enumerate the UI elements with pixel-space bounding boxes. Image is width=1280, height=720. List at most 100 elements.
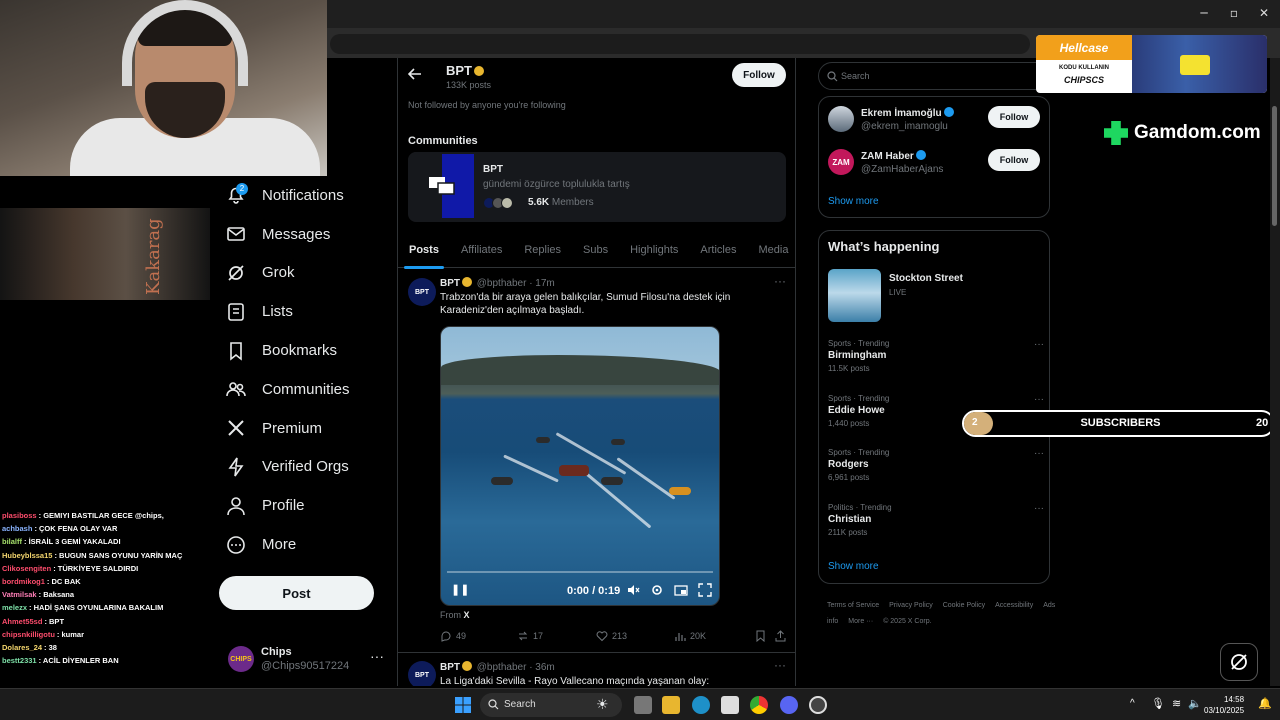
tab-highlights[interactable]: Highlights [619, 236, 689, 268]
sidebar-item-verified-orgs[interactable]: Verified Orgs [218, 448, 388, 487]
scrollbar[interactable] [1270, 58, 1280, 686]
more-dots-icon[interactable]: ··· [1034, 339, 1044, 350]
post-button[interactable]: Post [219, 576, 374, 610]
profile-header: BPT 133K posts Follow [398, 58, 795, 94]
taskbar-search[interactable]: Search ☀ [480, 693, 622, 717]
trend-item[interactable]: Sports · Trending Birmingham 11.5K posts ··… [828, 339, 1044, 385]
follow-button[interactable]: Follow [988, 106, 1040, 128]
follow-button[interactable]: Follow [988, 149, 1040, 171]
grok-button[interactable] [1220, 643, 1258, 681]
tab-affiliates[interactable]: Affiliates [450, 236, 513, 268]
video-player[interactable]: ❚❚ 0:00 / 0:19 [440, 326, 720, 606]
like-button[interactable]: 213 [596, 630, 627, 642]
tab-media[interactable]: Media [747, 236, 795, 268]
chat-username: Clikosengiten [2, 563, 52, 573]
more-dots-icon[interactable]: ··· [774, 274, 786, 288]
close-icon[interactable]: ✕ [1256, 6, 1272, 22]
avatar [828, 106, 854, 132]
chevron-up-icon[interactable]: ^ [1130, 698, 1135, 709]
suggested-account[interactable]: ZAM ZAM Haber @ZamHaberAjans Follow [828, 149, 1042, 183]
footer-link[interactable]: Privacy Policy [889, 602, 933, 609]
sidebar-item-label: Bookmarks [262, 342, 338, 360]
minimize-icon[interactable]: ─ [1196, 6, 1212, 22]
reply-button[interactable]: 49 [440, 630, 466, 642]
tab-posts[interactable]: Posts [398, 236, 450, 269]
search-input[interactable]: Search [818, 62, 1050, 90]
sponsor-logo: Hellcase [1036, 35, 1132, 60]
repost-button[interactable]: 17 [517, 630, 543, 642]
chat-username: plasiboss [2, 511, 37, 520]
sidebar-item-communities[interactable]: Communities [218, 370, 388, 409]
store-icon[interactable] [721, 696, 739, 714]
chat-text: : kumar [56, 629, 85, 639]
footer-link[interactable]: Cookie Policy [943, 602, 985, 609]
sidebar-item-premium[interactable]: Premium [218, 409, 388, 448]
more-dots-icon[interactable]: ··· [774, 658, 786, 672]
tweet[interactable]: BPT BPT @bpthaber · 36m ··· La Liga'daki… [398, 652, 795, 686]
clock[interactable]: 14:58 03/10/2025 [1204, 694, 1244, 716]
sidebar-item-profile[interactable]: Profile [218, 486, 388, 525]
trend-item[interactable]: Sports · Trending Rodgers 6,961 posts ··· [828, 448, 1044, 494]
views-count: 20K [690, 631, 707, 641]
app-icon[interactable] [809, 696, 827, 714]
maximize-icon[interactable]: ▫ [1226, 6, 1242, 22]
volume-icon[interactable]: 🔈 [1188, 697, 1202, 710]
chat-message: chipsnkilligotu: kumar [2, 628, 216, 641]
windows-start-icon[interactable] [455, 697, 471, 713]
task-view-icon[interactable] [634, 696, 652, 714]
mute-icon[interactable] [626, 583, 640, 597]
footer-link[interactable]: Accessibility [995, 602, 1033, 609]
more-dots-icon[interactable]: ··· [1034, 503, 1044, 514]
footer-link[interactable]: Terms of Service [827, 602, 879, 609]
sidebar-item-label: Communities [262, 380, 350, 398]
sidebar-item-lists[interactable]: Lists [218, 292, 388, 331]
share-icon[interactable] [775, 630, 786, 642]
tweet-header: BPT @bpthaber · 17m [440, 277, 555, 289]
chat-username: chipsnkilligotu [2, 629, 55, 639]
account-switcher[interactable]: CHIPS Chips @Chips90517224 ··· [228, 644, 388, 678]
bookmark-icon[interactable] [755, 630, 766, 642]
more-dots-icon[interactable]: ··· [370, 648, 384, 664]
community-description: gündemi özgürce toplulukla tartış [483, 179, 630, 190]
edge-browser-icon[interactable] [692, 696, 710, 714]
follow-button[interactable]: Follow [732, 63, 786, 87]
show-more-link[interactable]: Show more [828, 196, 879, 207]
notification-bell-icon[interactable]: 🔔 [1258, 697, 1272, 710]
community-card[interactable]: BPT gündemi özgürce toplulukla tartış 5.… [408, 152, 786, 222]
tab-replies[interactable]: Replies [513, 236, 572, 268]
sidebar-item-grok[interactable]: Grok [218, 254, 388, 293]
sidebar-item-messages[interactable]: Messages [218, 215, 388, 254]
sidebar-item-more[interactable]: More [218, 525, 388, 564]
chat-text: : İSRAİL 3 GEMİ YAKALADI [24, 537, 121, 547]
footer-link[interactable]: More ··· [848, 618, 873, 625]
featured-event[interactable]: Stockton Street LIVE [828, 269, 1042, 325]
tab-articles[interactable]: Articles [689, 236, 747, 268]
picture-in-picture-icon[interactable] [674, 583, 688, 597]
chrome-icon[interactable] [750, 696, 768, 714]
back-arrow-icon[interactable] [408, 67, 422, 81]
more-dots-icon[interactable]: ··· [1034, 448, 1044, 459]
footer-link[interactable]: © 2025 X Corp. [883, 618, 931, 625]
suggested-account[interactable]: Ekrem İmamoğlu @ekrem_imamoglu Follow [828, 106, 1042, 140]
microphone-icon[interactable]: 🎙 [1151, 697, 1165, 710]
tab-subs[interactable]: Subs [572, 236, 619, 268]
fullscreen-icon[interactable] [698, 583, 712, 597]
address-bar[interactable] [330, 34, 1030, 54]
avatar[interactable]: BPT [408, 661, 436, 686]
more-dots-icon[interactable]: ··· [1034, 394, 1044, 405]
sidebar-item-notifications[interactable]: Notifications [218, 176, 388, 215]
chat-message: achbash: ÇOK FENA OLAY VAR [2, 522, 216, 535]
discord-icon[interactable] [780, 696, 798, 714]
trend-item[interactable]: Politics · Trending Christian 211K posts ··… [828, 503, 1044, 549]
show-more-link[interactable]: Show more [828, 561, 879, 572]
video-progress-bar[interactable] [447, 571, 713, 573]
views-button[interactable]: 20K [674, 630, 706, 642]
sidebar-nav: Notifications Messages Grok Lists Bookmarks C… [218, 176, 388, 564]
pause-icon[interactable]: ❚❚ [451, 583, 469, 596]
reply-count: 49 [456, 631, 467, 641]
wifi-icon[interactable]: ≋ [1172, 697, 1181, 710]
settings-gear-icon[interactable] [650, 583, 664, 597]
sidebar-item-bookmarks[interactable]: Bookmarks [218, 331, 388, 370]
file-explorer-icon[interactable] [662, 696, 680, 714]
avatar[interactable]: BPT [408, 278, 436, 306]
